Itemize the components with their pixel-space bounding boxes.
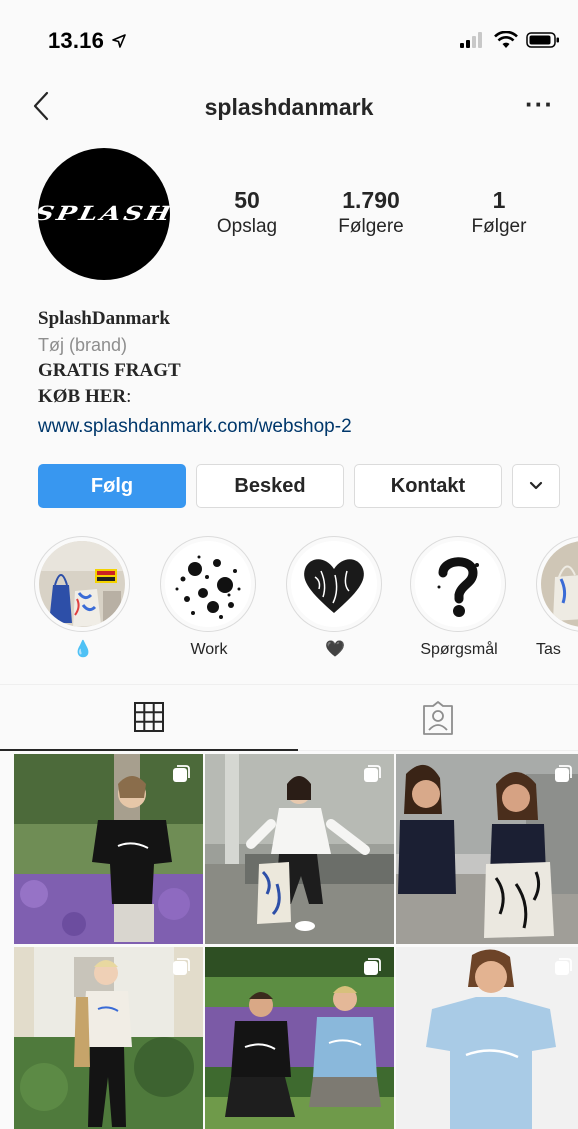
profile-bio: SplashDanmark Tøj (brand) GRATIS FRAGT K… [38, 306, 558, 442]
status-time: 13.16 [48, 28, 127, 54]
bio-line-shipping: GRATIS FRAGT [38, 360, 181, 381]
highlight-item[interactable]: Work [160, 536, 258, 660]
tab-grid[interactable] [0, 685, 298, 751]
bio-website-link[interactable]: www.splashdanmark.com/webshop-2 [38, 412, 558, 442]
highlight-ring [536, 536, 578, 632]
post-thumbnail[interactable] [205, 754, 394, 944]
highlight-cover-splatter [165, 541, 251, 627]
stat-followers[interactable]: 1.790 Følgere [316, 186, 426, 240]
follow-button[interactable]: Følg [38, 464, 186, 508]
post-thumbnail[interactable] [205, 947, 394, 1129]
highlight-cover-tote-bags [39, 541, 125, 627]
stat-followers-label: Følgere [338, 216, 404, 237]
stat-posts-value: 50 [234, 187, 260, 213]
status-icons [460, 31, 560, 49]
more-options-button[interactable]: ··· [525, 91, 554, 117]
stat-followers-value: 1.790 [342, 187, 400, 213]
multiple-posts-icon [555, 958, 572, 975]
stat-following[interactable]: 1 Følger [444, 186, 554, 240]
stat-posts-label: Opslag [216, 216, 278, 237]
highlight-label: 💧 [73, 641, 93, 658]
multiple-posts-icon [364, 765, 381, 782]
bio-name: SplashDanmark [38, 308, 170, 329]
bio-buy-text: KØB HER [38, 386, 127, 407]
highlight-label: 🖤 [325, 641, 345, 658]
suggestions-dropdown-button[interactable] [512, 464, 560, 508]
highlight-ring [286, 536, 382, 632]
grid-icon [134, 702, 164, 732]
highlight-cover-bags [541, 541, 578, 627]
highlight-label: Spørgsmål [420, 641, 498, 658]
post-thumbnail[interactable] [396, 947, 578, 1129]
stat-following-value: 1 [492, 187, 506, 213]
message-button[interactable]: Besked [196, 464, 344, 508]
tab-tagged[interactable] [298, 685, 578, 751]
highlight-cover-question-mark [415, 541, 501, 627]
wifi-icon [494, 31, 518, 48]
nav-bar: splashdanmark ··· [0, 80, 578, 140]
post-thumbnail[interactable] [396, 754, 578, 944]
battery-icon [526, 32, 559, 48]
profile-tabs [0, 684, 578, 751]
bio-buy-colon: : [126, 386, 132, 407]
post-thumbnail[interactable] [14, 754, 203, 944]
highlight-item[interactable]: 🖤 [286, 536, 384, 660]
highlight-ring [160, 536, 256, 632]
highlight-item[interactable]: Spørgsmål [410, 536, 508, 660]
highlight-ring [410, 536, 506, 632]
tagged-person-icon [423, 700, 453, 735]
stat-posts[interactable]: 50 Opslag [192, 186, 302, 240]
highlight-ring [34, 536, 130, 632]
location-arrow-icon [112, 34, 127, 48]
highlight-label: Work [190, 641, 228, 658]
chevron-down-icon [529, 481, 543, 490]
multiple-posts-icon [173, 765, 190, 782]
bio-category: Tøj (brand) [38, 335, 128, 355]
contact-button[interactable]: Kontakt [354, 464, 502, 508]
page-title: splashdanmark [204, 94, 374, 120]
stat-following-label: Følger [471, 216, 527, 237]
multiple-posts-icon [364, 958, 381, 975]
bio-line-buy: KØB HER: [38, 384, 558, 410]
avatar[interactable]: SPLASH [38, 148, 170, 280]
signal-icon [460, 32, 482, 48]
multiple-posts-icon [555, 765, 572, 782]
avatar-logo: SPLASH [38, 202, 170, 226]
highlight-item[interactable]: Tas [536, 536, 578, 660]
status-bar: 13.16 [0, 0, 578, 80]
post-thumbnail[interactable] [14, 947, 203, 1129]
multiple-posts-icon [173, 958, 190, 975]
highlight-label: Tas [536, 641, 561, 658]
highlight-cover-heart [291, 541, 377, 627]
highlight-item[interactable]: 💧 [34, 536, 132, 660]
